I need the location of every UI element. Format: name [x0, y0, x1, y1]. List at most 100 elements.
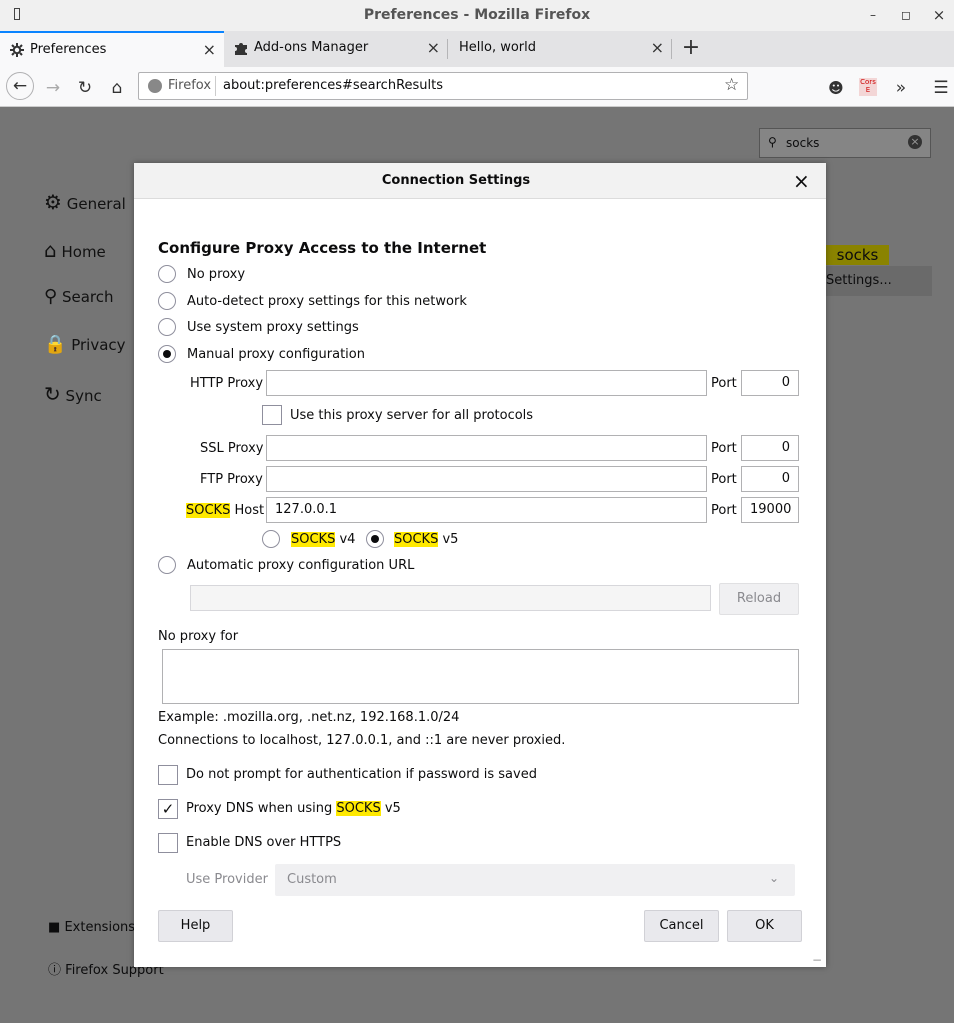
tab-separator — [447, 39, 448, 59]
http-port-input[interactable]: 0 — [741, 370, 799, 396]
help-icon: ⓘ — [48, 963, 62, 978]
cors-extension-icon[interactable]: Cors E — [859, 78, 877, 96]
reload-button[interactable]: Reload — [719, 583, 799, 615]
dialog-header: Connection Settings × — [134, 163, 826, 199]
back-icon[interactable]: ← — [6, 72, 34, 100]
hamburger-menu-icon[interactable]: ☰ — [928, 75, 954, 101]
resize-grip-icon[interactable]: − — [812, 953, 822, 967]
sidebar-item-label: Search — [61, 288, 114, 306]
reload-icon[interactable]: ↻ — [72, 75, 98, 101]
no-prompt-auth-label[interactable]: Do not prompt for authentication if pass… — [186, 767, 537, 782]
close-window-icon[interactable]: × — [930, 6, 948, 24]
socks-port-input[interactable]: 19000 — [741, 497, 799, 523]
search-input[interactable]: ⚲ socks × — [759, 128, 931, 158]
manual-proxy-radio[interactable] — [158, 345, 176, 363]
no-proxy-label[interactable]: No proxy — [187, 267, 245, 282]
auto-url-input[interactable] — [190, 585, 711, 611]
maximize-icon[interactable]: ◻ — [897, 6, 915, 24]
http-proxy-input[interactable] — [266, 370, 707, 396]
ssl-proxy-label: SSL Proxy — [200, 441, 264, 456]
tab-addons[interactable]: Add-ons Manager × — [224, 31, 448, 67]
new-tab-icon[interactable]: + — [680, 37, 702, 59]
connection-settings-dialog: Connection Settings × Configure Proxy Ac… — [134, 163, 826, 967]
bookmark-star-icon[interactable]: ☆ — [724, 75, 739, 95]
use-all-protocols-label[interactable]: Use this proxy server for all protocols — [290, 408, 533, 423]
dns-over-https-label[interactable]: Enable DNS over HTTPS — [186, 835, 341, 850]
close-tab-icon[interactable]: × — [203, 40, 216, 59]
ftp-port-input[interactable]: 0 — [741, 466, 799, 492]
extensions-link[interactable]: ■ Extensions — [48, 920, 135, 935]
puzzle-icon — [235, 43, 247, 55]
gear-icon — [10, 43, 24, 57]
socks-port-label: Port — [711, 503, 737, 518]
close-tab-icon[interactable]: × — [427, 38, 440, 57]
search-highlight: SOCKS — [291, 532, 336, 547]
firefox-identity-icon — [148, 79, 162, 93]
identity-label: Firefox — [168, 78, 212, 93]
urlbar-divider — [215, 76, 216, 96]
socks-v5-label[interactable]: SOCKS v5 — [394, 532, 458, 547]
ssl-proxy-input[interactable] — [266, 435, 707, 461]
proxy-dns-checkbox[interactable]: ✓ — [158, 799, 178, 819]
ssl-port-label: Port — [711, 441, 737, 456]
socks-v4-radio[interactable] — [262, 530, 280, 548]
proxy-dns-label[interactable]: Proxy DNS when using SOCKS v5 — [186, 801, 401, 816]
sidebar-item-sync[interactable]: ↻ Sync — [44, 382, 102, 406]
sidebar-item-privacy[interactable]: 🔒 Privacy — [44, 334, 126, 355]
clear-search-icon[interactable]: × — [908, 135, 922, 149]
puzzle-icon: ■ — [48, 920, 61, 935]
http-proxy-label: HTTP Proxy — [190, 376, 264, 391]
tab-strip: Preferences × Add-ons Manager × Hello, w… — [0, 31, 954, 67]
url-bar[interactable]: Firefox about:preferences#searchResults … — [138, 72, 748, 100]
ok-button[interactable]: OK — [727, 910, 802, 942]
no-proxy-for-textarea[interactable] — [162, 649, 799, 704]
sidebar-item-label: Home — [61, 243, 106, 261]
use-all-protocols-checkbox[interactable] — [262, 405, 282, 425]
search-icon: ⚲ — [768, 135, 777, 149]
settings-button[interactable]: Settings... — [822, 266, 932, 296]
close-dialog-icon[interactable]: × — [793, 169, 810, 193]
auto-detect-label[interactable]: Auto-detect proxy settings for this netw… — [187, 294, 467, 309]
ftp-proxy-input[interactable] — [266, 466, 707, 492]
auto-url-radio[interactable] — [158, 556, 176, 574]
search-value: socks — [786, 136, 820, 150]
auto-url-label[interactable]: Automatic proxy configuration URL — [187, 558, 414, 573]
tab-hello-world[interactable]: Hello, world × — [448, 31, 672, 67]
tab-preferences[interactable]: Preferences × — [0, 31, 224, 67]
ftp-proxy-label: FTP Proxy — [200, 472, 263, 487]
minimize-icon[interactable]: – — [864, 6, 882, 24]
proxy-dns-version: v5 — [384, 801, 401, 816]
sidebar-item-label: Privacy — [71, 336, 126, 354]
system-proxy-radio[interactable] — [158, 318, 176, 336]
account-icon[interactable]: ☻ — [823, 75, 849, 101]
ssl-port-input[interactable]: 0 — [741, 435, 799, 461]
home-icon[interactable]: ⌂ — [104, 75, 130, 101]
socks-host-label: SOCKS Host — [186, 503, 264, 518]
close-tab-icon[interactable]: × — [651, 38, 664, 57]
provider-select[interactable]: Custom ⌄ — [275, 864, 795, 896]
http-port-label: Port — [711, 376, 737, 391]
auto-detect-radio[interactable] — [158, 292, 176, 310]
ftp-port-label: Port — [711, 472, 737, 487]
no-proxy-radio[interactable] — [158, 265, 176, 283]
no-proxy-for-label: No proxy for — [158, 629, 239, 644]
navigation-toolbar: ← → ↻ ⌂ Firefox about:preferences#search… — [0, 67, 954, 107]
sidebar-item-search[interactable]: ⚲ Search — [44, 286, 114, 307]
socks-v5-radio[interactable] — [366, 530, 384, 548]
socks-v4-label[interactable]: SOCKS v4 — [291, 532, 355, 547]
forward-icon[interactable]: → — [40, 75, 66, 101]
system-proxy-label[interactable]: Use system proxy settings — [187, 320, 359, 335]
overflow-chevron-icon[interactable]: » — [888, 75, 914, 101]
window-titlebar: Preferences - Mozilla Firefox – ◻ × — [0, 0, 954, 31]
cancel-button[interactable]: Cancel — [644, 910, 719, 942]
socks-v4-text: v4 — [339, 532, 356, 547]
search-highlight: SOCKS — [186, 503, 231, 518]
socks-host-input[interactable]: 127.0.0.1 — [266, 497, 707, 523]
sidebar-item-general[interactable]: ⚙ General — [44, 190, 126, 214]
dns-over-https-checkbox[interactable] — [158, 833, 178, 853]
help-button[interactable]: Help — [158, 910, 233, 942]
url-text[interactable]: about:preferences#searchResults — [223, 78, 443, 93]
manual-proxy-label[interactable]: Manual proxy configuration — [187, 347, 365, 362]
no-prompt-auth-checkbox[interactable] — [158, 765, 178, 785]
sidebar-item-home[interactable]: ⌂ Home — [44, 238, 106, 262]
